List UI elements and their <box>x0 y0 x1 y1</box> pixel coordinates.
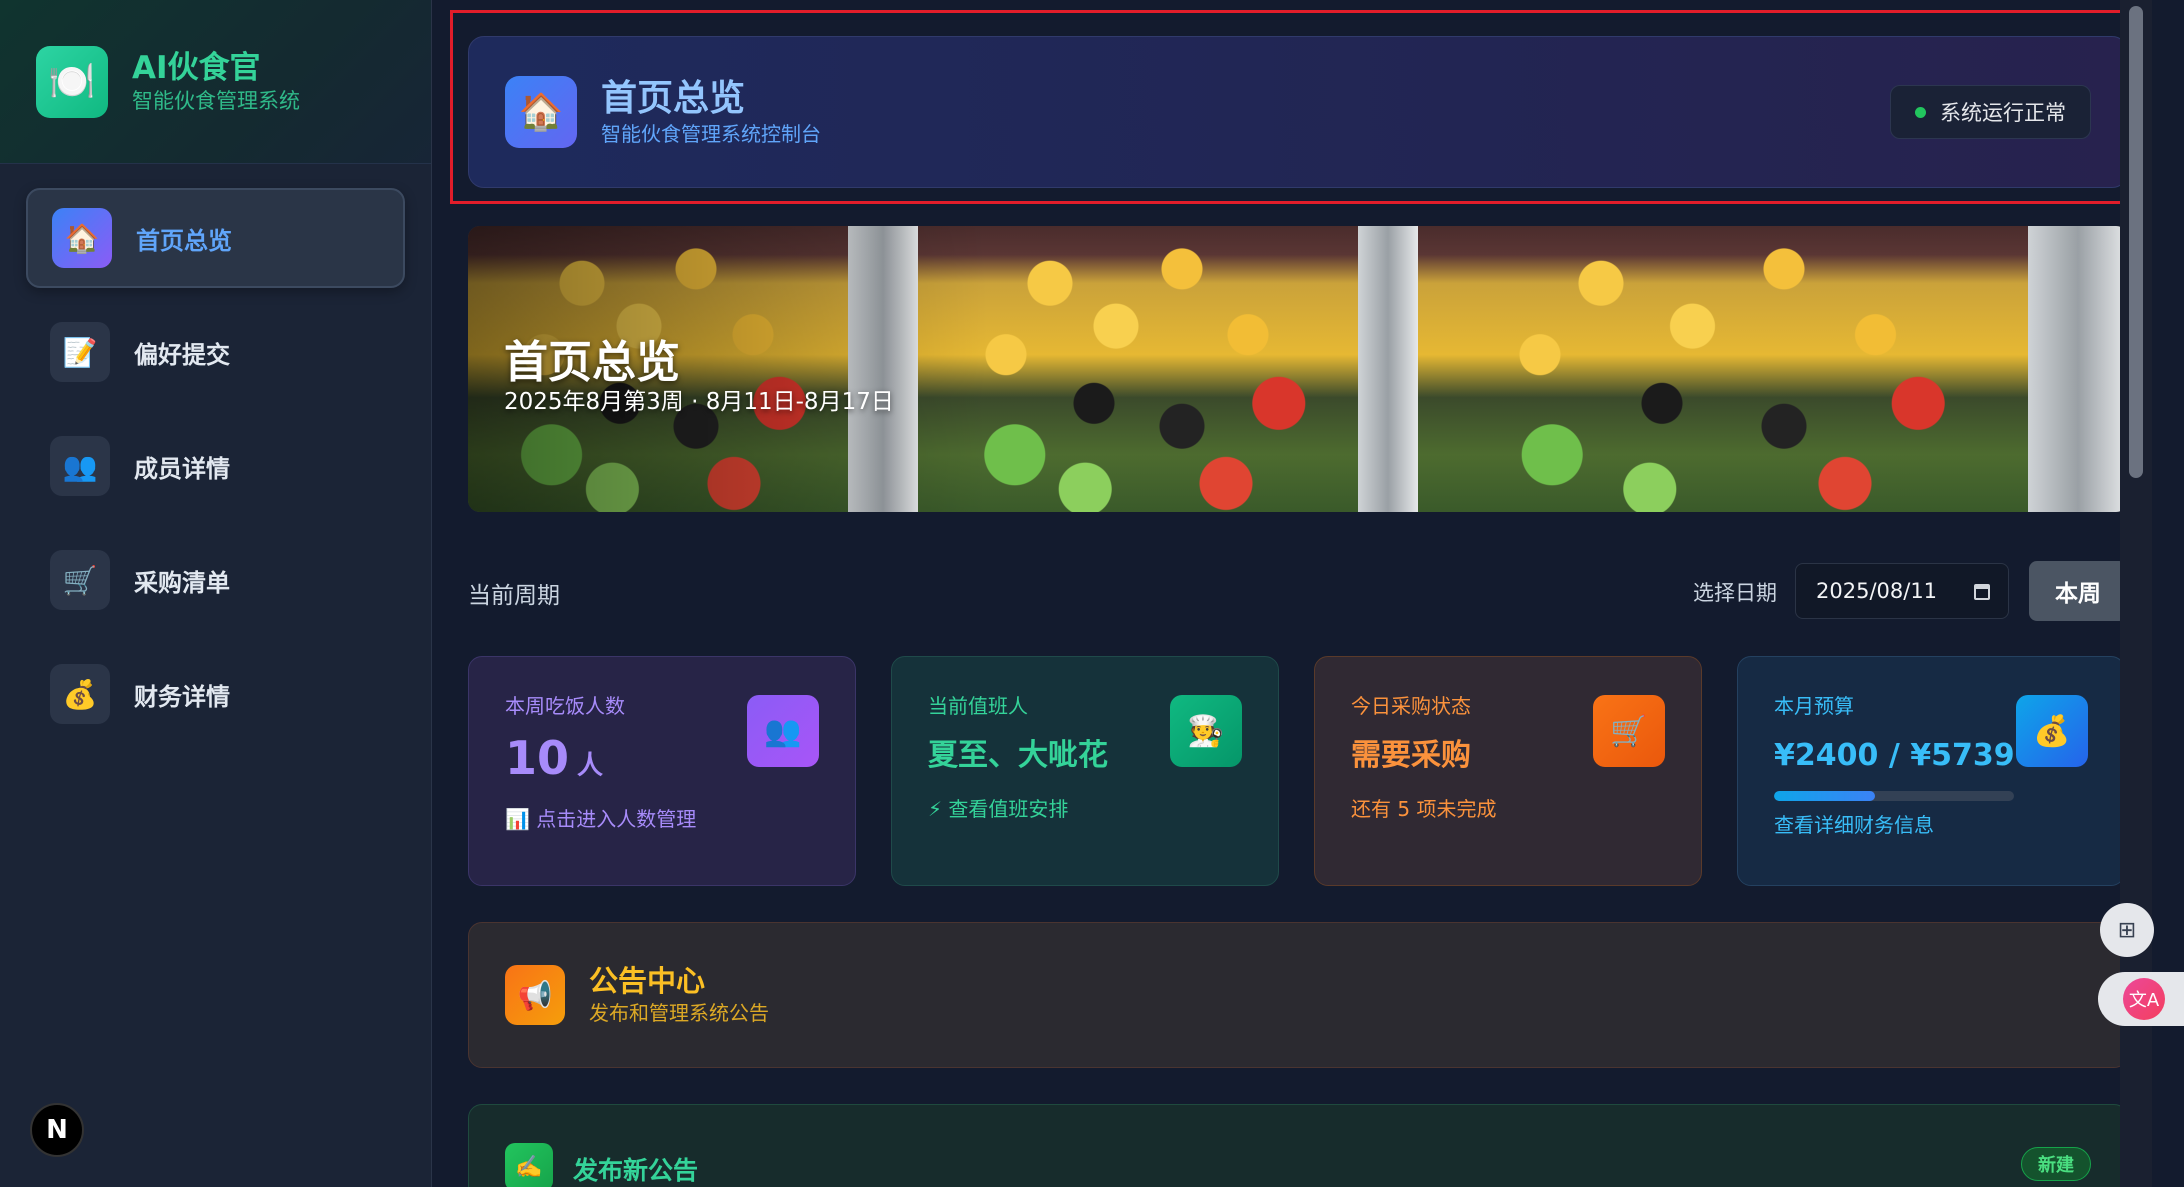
budget-progress-fill <box>1774 791 1875 801</box>
new-badge[interactable]: 新建 <box>2021 1147 2091 1181</box>
stat-link-text: 查看值班安排 <box>948 797 1069 821</box>
translate-icon[interactable]: 文A <box>2123 978 2165 1020</box>
money-bag-icon: 💰 <box>50 664 110 724</box>
banner-subtitle: 2025年8月第3周 · 8月11日-8月17日 <box>504 389 894 415</box>
lightning-icon: ⚡ <box>928 797 943 821</box>
cart-icon: 🛒 <box>1593 695 1665 767</box>
sidebar-item-label: 采购清单 <box>134 568 230 597</box>
house-icon: 🏠 <box>505 76 577 148</box>
stat-card-on-duty[interactable]: 当前值班人 夏至、大呲花 ⚡ 查看值班安排 🧑‍🍳 <box>891 656 1279 886</box>
sidebar-item-label: 首页总览 <box>136 226 232 255</box>
sidebar-item-members[interactable]: 👥 成员详情 <box>26 416 405 516</box>
date-picker-input[interactable]: 2025/08/11 <box>1795 563 2009 619</box>
sidebar-item-home[interactable]: 🏠 首页总览 <box>26 188 405 288</box>
stat-link[interactable]: ⚡ 查看值班安排 <box>928 793 1278 822</box>
stat-card-budget[interactable]: 本月预算 ¥2400 / ¥5739 查看详细财务信息 💰 <box>1737 656 2125 886</box>
period-label: 当前周期 <box>468 583 560 609</box>
diner-unit: 人 <box>577 751 604 781</box>
stat-link[interactable]: 查看详细财务信息 <box>1774 809 2124 838</box>
megaphone-icon: 📢 <box>505 965 565 1025</box>
stat-card-diners[interactable]: 本周吃饭人数 10 人 📊 点击进入人数管理 👥 <box>468 656 856 886</box>
stat-link[interactable]: 还有 5 项未完成 <box>1351 793 1701 822</box>
publish-notice-card: ✍️ 发布新公告 新建 <box>468 1104 2128 1187</box>
publish-title: 发布新公告 <box>573 1156 699 1185</box>
nextjs-dev-badge[interactable]: N <box>30 1103 84 1157</box>
banner-jar-edge <box>2028 226 2128 512</box>
stat-card-purchase-status[interactable]: 今日采购状态 需要采购 还有 5 项未完成 🛒 <box>1314 656 1702 886</box>
sidebar-nav: 🏠 首页总览 📝 偏好提交 👥 成员详情 🛒 采购清单 💰 财务详情 <box>0 164 431 744</box>
money-bag-icon: 💰 <box>2016 695 2088 767</box>
sidebar-item-label: 偏好提交 <box>134 340 230 369</box>
page-title: 首页总览 <box>601 78 746 119</box>
page-subtitle: 智能伙食管理系统控制台 <box>601 122 821 146</box>
scrollbar-thumb[interactable] <box>2129 6 2143 478</box>
banner-jar-edge <box>1358 226 1418 512</box>
brand-subtitle: 智能伙食管理系统 <box>132 88 300 113</box>
sidebar-item-finance[interactable]: 💰 财务详情 <box>26 644 405 744</box>
quick-tools-icon[interactable]: ⊞ <box>2100 903 2154 957</box>
people-icon: 👥 <box>747 695 819 767</box>
sidebar-item-label: 成员详情 <box>134 454 230 483</box>
people-icon: 👥 <box>50 436 110 496</box>
main-content: 🏠 首页总览 智能伙食管理系统控制台 系统运行正常 首页总览 2025年8月第3… <box>432 0 2152 1187</box>
notice-subtitle: 发布和管理系统公告 <box>589 1001 769 1025</box>
system-status-badge: 系统运行正常 <box>1890 85 2091 139</box>
budget-progress-bar <box>1774 791 2014 801</box>
sidebar: 🍽️ AI伙食官 智能伙食管理系统 🏠 首页总览 📝 偏好提交 👥 成员详情 🛒 <box>0 0 432 1187</box>
sidebar-item-shopping-list[interactable]: 🛒 采购清单 <box>26 530 405 630</box>
this-week-button[interactable]: 本周 <box>2029 561 2127 621</box>
sidebar-item-label: 财务详情 <box>134 682 230 711</box>
stat-link-text: 点击进入人数管理 <box>536 807 697 831</box>
cart-icon: 🛒 <box>50 550 110 610</box>
bar-chart-icon: 📊 <box>505 807 530 831</box>
writing-hand-icon: ✍️ <box>505 1143 553 1187</box>
calendar-icon[interactable] <box>1974 584 1990 600</box>
app-root: 🍽️ AI伙食官 智能伙食管理系统 🏠 首页总览 📝 偏好提交 👥 成员详情 🛒 <box>0 0 2184 1187</box>
system-status-text: 系统运行正常 <box>1940 101 2066 125</box>
memo-icon: 📝 <box>50 322 110 382</box>
translate-widget[interactable]: 文A <box>2098 972 2184 1026</box>
date-label: 选择日期 <box>1693 581 1777 605</box>
page-header: 🏠 首页总览 智能伙食管理系统控制台 系统运行正常 <box>468 36 2128 188</box>
notice-title: 公告中心 <box>589 964 706 998</box>
brand-text: AI伙食官 智能伙食管理系统 <box>132 49 300 115</box>
stat-link[interactable]: 📊 点击进入人数管理 <box>505 803 855 832</box>
diner-count: 10 <box>505 731 570 785</box>
hero-banner: 首页总览 2025年8月第3周 · 8月11日-8月17日 <box>468 226 2128 512</box>
chef-icon: 🧑‍🍳 <box>1170 695 1242 767</box>
notice-center: 📢 公告中心 发布和管理系统公告 <box>468 922 2128 1068</box>
plate-icon: 🍽️ <box>36 45 108 118</box>
house-icon: 🏠 <box>52 208 112 268</box>
status-dot-icon <box>1915 106 1926 118</box>
banner-title: 首页总览 <box>504 337 680 388</box>
banner-food-image <box>1418 226 2028 512</box>
sidebar-item-preferences[interactable]: 📝 偏好提交 <box>26 302 405 402</box>
brand-title: AI伙食官 <box>132 49 261 86</box>
date-value: 2025/08/11 <box>1816 579 1938 603</box>
notice-text: 公告中心 发布和管理系统公告 <box>589 963 769 1027</box>
header-text: 首页总览 智能伙食管理系统控制台 <box>601 77 821 147</box>
brand[interactable]: 🍽️ AI伙食官 智能伙食管理系统 <box>0 0 431 164</box>
